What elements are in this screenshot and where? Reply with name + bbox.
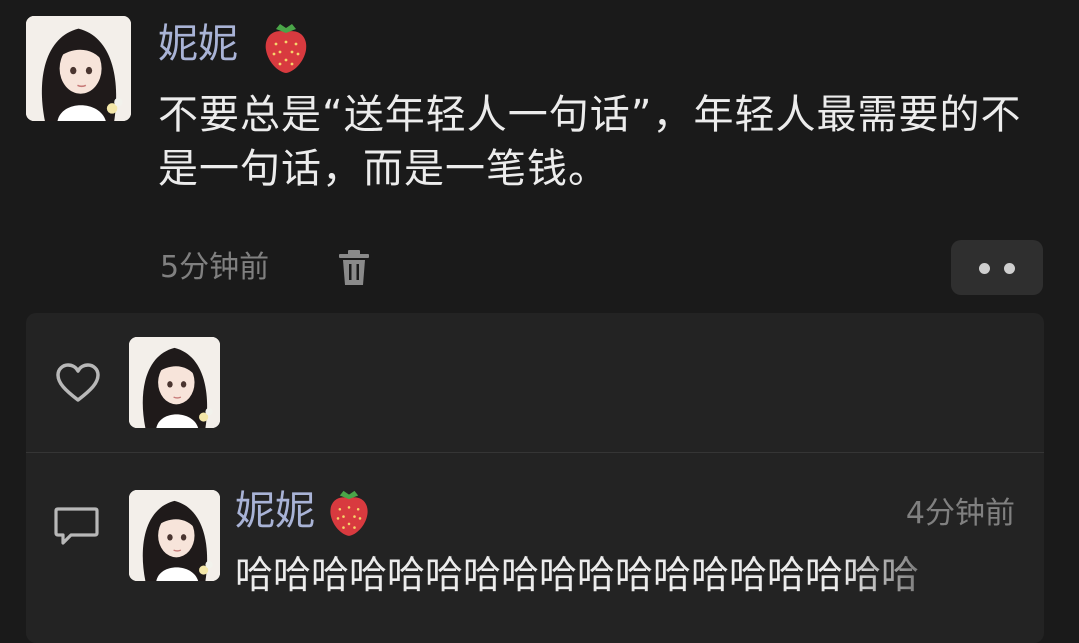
- strawberry-icon: [265, 24, 307, 73]
- comment-author-name[interactable]: 妮妮: [235, 487, 315, 535]
- post-text: 不要总是“送年轻人一句话”，年轻人最需要的不是一句话，而是一笔钱。: [158, 92, 1022, 192]
- post-author-avatar[interactable]: [26, 16, 131, 121]
- comment-bubble-icon[interactable]: [53, 505, 100, 547]
- comment-author-avatar[interactable]: [129, 490, 220, 581]
- post-author-name[interactable]: 妮妮: [158, 20, 238, 68]
- comment-timestamp: 4分钟前: [905, 496, 1015, 531]
- trash-icon[interactable]: [336, 248, 372, 288]
- heart-outline-icon[interactable]: [55, 362, 101, 404]
- post-timestamp: 5分钟前: [160, 250, 270, 285]
- text-fade-overlay: [840, 551, 1040, 601]
- strawberry-icon: [330, 490, 368, 536]
- more-dot-icon: [979, 263, 990, 274]
- more-options-button[interactable]: [951, 240, 1043, 295]
- liker-avatar[interactable]: [129, 337, 220, 428]
- panel-divider: [26, 452, 1044, 453]
- more-dot-icon: [1004, 263, 1015, 274]
